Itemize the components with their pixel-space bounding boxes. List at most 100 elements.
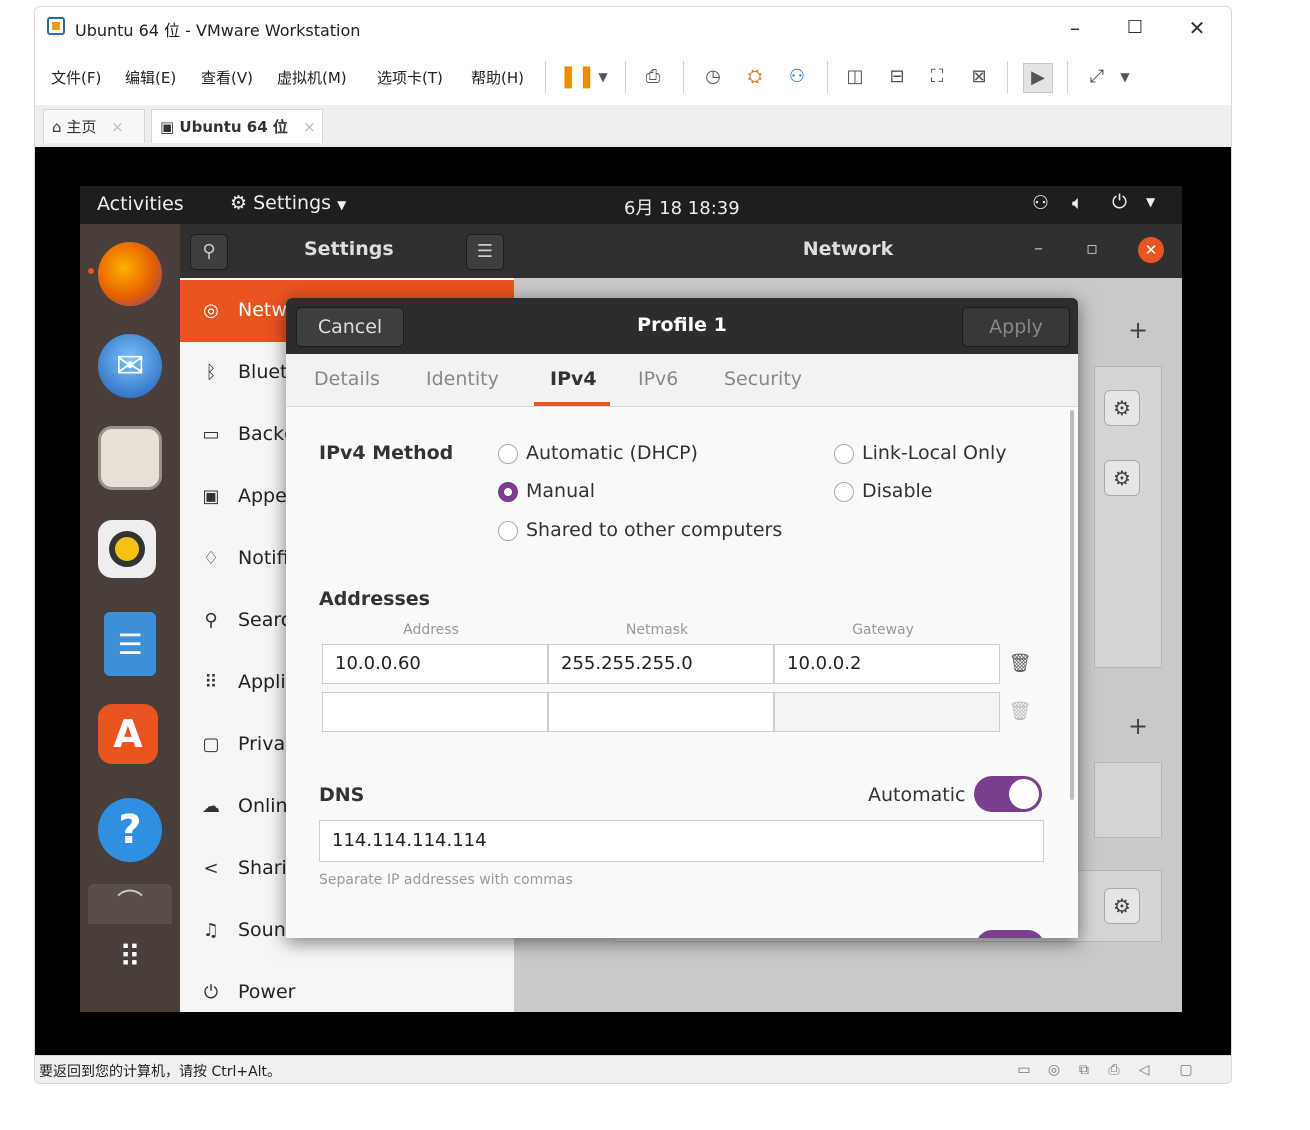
dns-automatic-toggle[interactable] [974, 776, 1042, 812]
hamburger-menu-icon[interactable]: ☰ [466, 234, 504, 270]
thunderbird-icon[interactable]: ✉ [98, 334, 162, 398]
revert-snapshot-icon[interactable]: ⛭ [741, 63, 769, 91]
network-adapter-icon[interactable]: ⧉ [1075, 1061, 1093, 1079]
tab-ubuntu-label: Ubuntu 64 位 [179, 118, 288, 136]
sound-card-icon[interactable]: ◁ [1135, 1061, 1153, 1079]
tab-details[interactable]: Details [314, 368, 380, 390]
window-restore-button[interactable]: ▫ [1086, 238, 1098, 259]
writer-icon[interactable]: ☰ [104, 612, 156, 676]
gear-icon[interactable]: ⚙ [1104, 460, 1140, 496]
tab-ubuntu-close-icon[interactable]: × [303, 118, 316, 136]
profile-dialog: Cancel Profile 1 Apply Details Identity … [286, 298, 1078, 938]
lock-icon: ▢ [202, 734, 220, 755]
firefox-icon[interactable] [98, 242, 162, 306]
pause-icon[interactable]: ❚❚ [559, 63, 596, 91]
power-icon: ⏻ [203, 982, 219, 1003]
address-field[interactable] [322, 692, 548, 732]
menu-edit[interactable]: 编辑(E) [125, 67, 176, 88]
window-close-icon[interactable]: ✕ [1138, 237, 1164, 263]
snapshot-icon[interactable]: ◷ [699, 63, 727, 91]
app-menu[interactable]: ⚙ Settings ▼ [230, 192, 346, 214]
stretch-icon[interactable]: ⤢ [1083, 63, 1111, 91]
menu-file[interactable]: 文件(F) [51, 67, 101, 88]
dock: ✉ ☰ A ? ⌒ ⠿ [80, 224, 180, 1012]
background-icon: ▭ [202, 424, 220, 445]
tab-ipv4[interactable]: IPv4 [550, 368, 597, 390]
pause-dropdown-icon[interactable]: ▼ [589, 63, 617, 91]
unity-icon[interactable]: ⊠ [965, 63, 993, 91]
close-button[interactable]: ✕ [1177, 13, 1217, 43]
tab-home[interactable]: ⌂ 主页 × [43, 109, 145, 143]
cdrom-icon[interactable]: ◎ [1045, 1061, 1063, 1079]
apply-button[interactable]: Apply [962, 307, 1070, 347]
maximize-button[interactable]: ☐ [1115, 13, 1155, 43]
address-field[interactable]: 10.0.0.60 [322, 644, 548, 684]
radio-button[interactable] [498, 521, 518, 541]
netmask-field[interactable] [548, 692, 774, 732]
netmask-field[interactable]: 255.255.255.0 [548, 644, 774, 684]
routes-automatic-toggle[interactable] [976, 930, 1044, 938]
running-indicator [88, 268, 94, 274]
help-icon[interactable]: ? [98, 798, 162, 862]
fullscreen-icon[interactable]: ⛶ [923, 63, 951, 91]
printer-icon[interactable]: ⎙ [1105, 1061, 1123, 1079]
tab-ipv6[interactable]: IPv6 [638, 368, 678, 390]
trash-icon: 🗑︎ [1008, 701, 1032, 722]
radio-button-selected[interactable] [498, 482, 518, 502]
menu-vm[interactable]: 虚拟机(M) [277, 67, 347, 88]
stretch-dropdown-icon[interactable]: ▼ [1111, 63, 1139, 91]
show-apps-icon[interactable]: ⠿ [108, 936, 152, 980]
activities-button[interactable]: Activities [97, 193, 184, 215]
sidebar-view-icon[interactable]: ◫ [841, 63, 869, 91]
power-icon[interactable]: ⏻ [1112, 191, 1127, 213]
vmware-tabbar: ⌂ 主页 × ▣ Ubuntu 64 位 × [35, 105, 1231, 147]
gear-icon[interactable]: ⚙ [1104, 390, 1140, 426]
menu-help[interactable]: 帮助(H) [471, 67, 524, 88]
hdd-icon[interactable]: ▭ [1015, 1061, 1033, 1079]
column-header-netmask: Netmask [625, 622, 689, 638]
menu-tabs[interactable]: 选项卡(T) [377, 67, 443, 88]
column-header-address: Address [403, 622, 459, 638]
trash-dock-icon[interactable]: ⌒ [88, 884, 172, 924]
thumbnail-view-icon[interactable]: ⊟ [883, 63, 911, 91]
bell-icon: ♢ [202, 548, 220, 569]
tab-home-label: 主页 [66, 118, 97, 136]
menu-view[interactable]: 查看(V) [201, 67, 253, 88]
software-icon[interactable]: A [98, 704, 158, 764]
snapshot-manager-icon[interactable]: ⚇ [783, 63, 811, 91]
files-icon[interactable] [98, 426, 162, 490]
gateway-field[interactable] [774, 692, 1000, 732]
clock[interactable]: 6月 18 18:39 [624, 194, 740, 220]
dialog-headerbar: Cancel Profile 1 Apply [286, 298, 1078, 354]
column-header-gateway: Gateway [852, 622, 914, 638]
volume-icon[interactable]: 🔈︎ [1072, 192, 1083, 214]
toolbar-separator [1067, 61, 1068, 93]
gear-icon[interactable]: ⚙ [1104, 888, 1140, 924]
radio-button[interactable] [834, 444, 854, 464]
trash-icon[interactable]: 🗑︎ [1002, 644, 1038, 684]
tab-security[interactable]: Security [724, 368, 802, 390]
dns-input[interactable]: 114.114.114.114 [319, 820, 1044, 862]
rhythmbox-icon[interactable] [98, 520, 156, 578]
radio-button[interactable] [834, 482, 854, 502]
tab-identity[interactable]: Identity [426, 368, 499, 390]
send-ctrl-alt-del-icon[interactable]: ⎙ [639, 63, 667, 91]
dialog-title: Profile 1 [637, 314, 727, 336]
add-connection-icon[interactable]: + [1128, 316, 1148, 344]
gateway-field[interactable]: 10.0.0.2 [774, 644, 1000, 684]
tab-home-close-icon[interactable]: × [111, 118, 124, 136]
network-status-icon[interactable]: ⚇ [1032, 192, 1049, 214]
minimize-button[interactable]: – [1055, 13, 1095, 43]
dns-automatic-label: Automatic [868, 784, 966, 806]
console-icon[interactable]: ▶ [1023, 63, 1053, 93]
radio-button[interactable] [498, 444, 518, 464]
window-minimize-button[interactable]: – [1034, 238, 1043, 259]
message-icon[interactable]: ▢ [1177, 1061, 1195, 1079]
add-vpn-icon[interactable]: + [1128, 712, 1148, 740]
tab-ubuntu[interactable]: ▣ Ubuntu 64 位 × [151, 109, 323, 143]
scrollbar[interactable] [1070, 410, 1074, 800]
cloud-icon: ☁ [202, 796, 220, 817]
sidebar-item-power[interactable]: ⏻ Power [180, 962, 514, 1012]
system-menu-chevron-icon[interactable]: ▼ [1146, 195, 1155, 209]
search-icon[interactable]: ⚲ [190, 234, 228, 270]
